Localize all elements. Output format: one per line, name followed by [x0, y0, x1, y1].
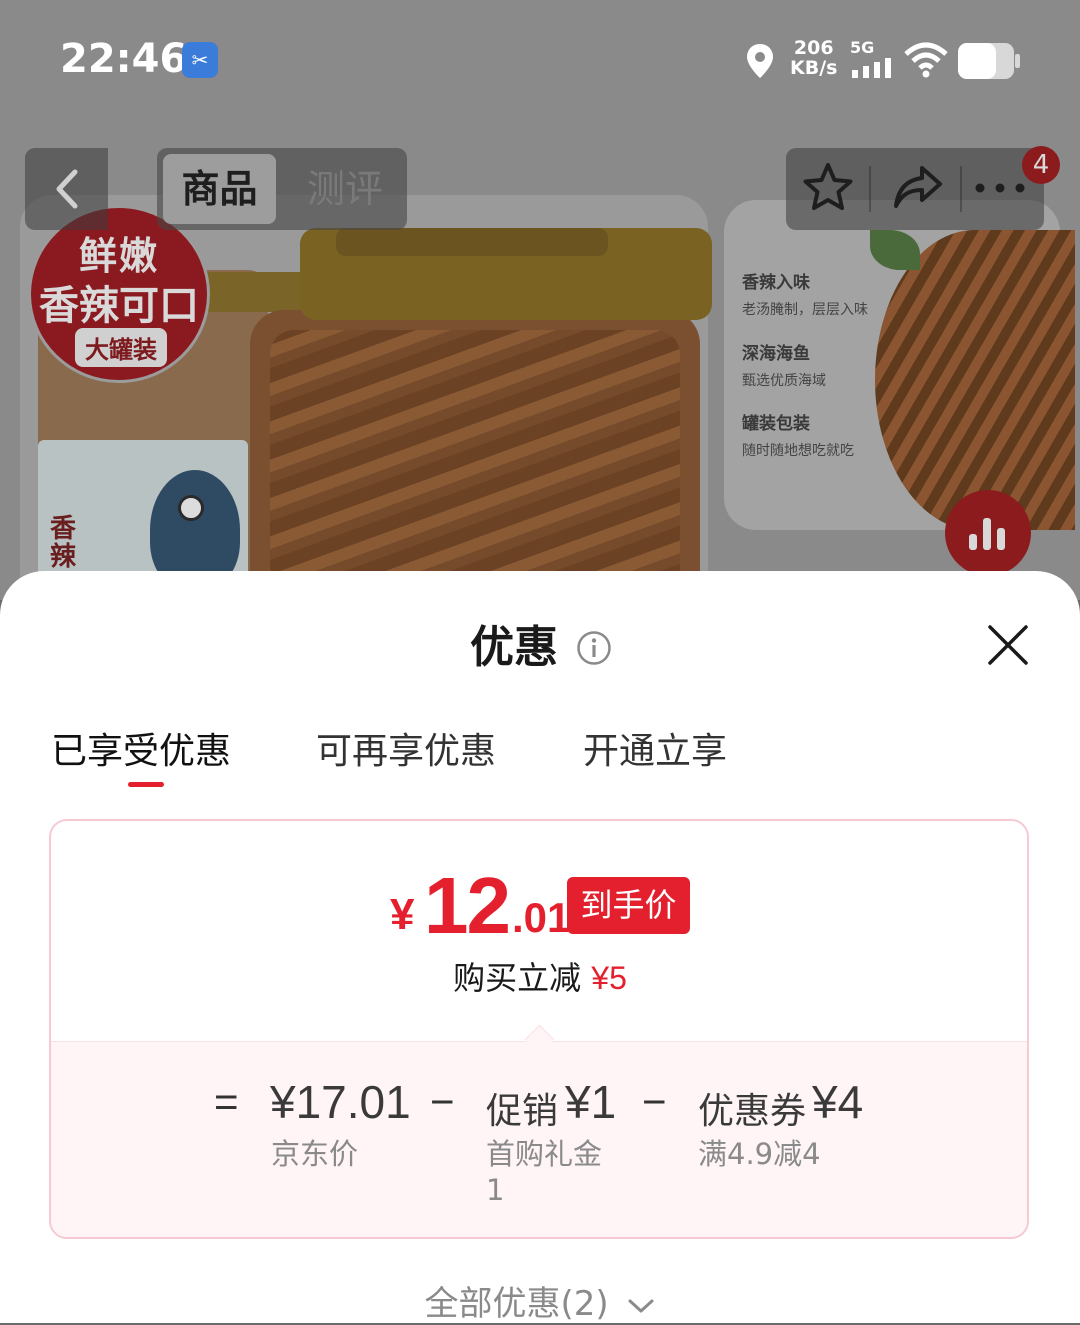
- chart-bar-icon: [983, 518, 991, 550]
- seal-tag: 大罐装: [75, 328, 167, 367]
- message-badge: 4: [1022, 146, 1060, 184]
- tab-review[interactable]: 测评: [290, 154, 400, 224]
- star-icon[interactable]: [800, 160, 856, 216]
- close-icon[interactable]: [985, 622, 1031, 668]
- feature-item: 香辣入味 老汤腌制，层层入味: [742, 268, 868, 319]
- net-speed-unit: KB/s: [790, 57, 838, 79]
- wifi-icon: [904, 42, 948, 78]
- status-time: 22:46: [60, 36, 188, 82]
- sheet-title: 优惠: [470, 622, 558, 673]
- tab-enjoyed-offers[interactable]: 已享受优惠: [51, 722, 231, 774]
- purchase-reduce-value: ¥5: [591, 960, 627, 996]
- coupon-label: 满4.9减4: [698, 1137, 821, 1171]
- minus-sign: −: [642, 1078, 667, 1125]
- all-offers-button[interactable]: 全部优惠(2): [0, 1276, 1080, 1325]
- price-integer: 12: [424, 861, 511, 950]
- price-breakdown-card: [49, 819, 1029, 1239]
- chart-bar-icon: [997, 528, 1005, 550]
- chart-fab-button[interactable]: [945, 490, 1031, 576]
- info-icon[interactable]: [576, 630, 612, 666]
- sheet-title-wrap: 优惠: [470, 618, 558, 678]
- net-speed: 206 KB/s: [790, 38, 837, 78]
- tab-activate-offers[interactable]: 开通立享: [583, 722, 727, 774]
- feature-desc: 老汤腌制，层层入味: [742, 302, 868, 318]
- back-icon: [56, 169, 78, 209]
- equals-sign: =: [214, 1078, 239, 1125]
- feature-title: 罐装包装: [742, 414, 810, 434]
- feature-desc: 随时随地想吃就吃: [742, 443, 854, 459]
- screen-cast-icon: ✂: [182, 42, 218, 78]
- jd-price-label: 京东价: [271, 1137, 359, 1171]
- feature-item: 罐装包装 随时随地想吃就吃: [742, 409, 854, 460]
- jar-main-lid-top: [336, 228, 608, 256]
- more-icon[interactable]: [970, 170, 1030, 206]
- coupon-name: 优惠券: [698, 1091, 807, 1132]
- battery-icon: [958, 43, 1020, 79]
- fish-content: [270, 330, 680, 590]
- network-type: 5G: [850, 38, 875, 57]
- nav-divider: [960, 166, 962, 212]
- fish-plate-image: [875, 230, 1075, 530]
- chart-bar-icon: [969, 534, 977, 550]
- coupon-amount: ¥4: [812, 1076, 864, 1128]
- tab-more-offers[interactable]: 可再享优惠: [316, 722, 496, 774]
- feature-item: 深海海鱼 甄选优质海域: [742, 339, 826, 390]
- seal-line2: 香辣可口: [39, 283, 199, 329]
- share-icon[interactable]: [890, 160, 946, 216]
- jar-label-text: 香辣: [50, 514, 77, 572]
- minus-sign: −: [430, 1078, 455, 1125]
- status-bar: 22:46 ✂ 206 KB/s 5G: [0, 0, 1080, 120]
- purchase-reduce-label: 购买立减: [453, 959, 582, 997]
- feature-desc: 甄选优质海域: [742, 373, 826, 389]
- net-speed-value: 206: [793, 37, 834, 59]
- back-button[interactable]: [25, 148, 108, 230]
- feature-title: 香辣入味: [742, 273, 810, 293]
- location-icon: [747, 44, 773, 78]
- price-currency: ¥: [390, 890, 415, 939]
- fish-eye: [178, 495, 204, 521]
- price-decimal: .01: [512, 894, 571, 941]
- jd-price-amount: ¥17.01: [270, 1076, 411, 1128]
- promo-label: 首购礼金: [486, 1137, 603, 1171]
- promo-amount: ¥1: [565, 1076, 617, 1128]
- product-image-area: 香辣 鲜嫩 香辣可口 大罐装 香辣入味 老汤腌制，层层入味 深海海鱼 甄选优质海…: [0, 0, 1080, 600]
- seal-line1: 鲜嫩: [78, 234, 159, 278]
- net-price-tag: 到手价: [567, 877, 690, 934]
- signal-icon: [852, 58, 891, 78]
- chevron-down-icon: [628, 1299, 654, 1312]
- purchase-reduce: 购买立减 ¥5: [0, 953, 1080, 999]
- nav-divider: [869, 166, 871, 212]
- feature-title: 深海海鱼: [742, 344, 810, 364]
- active-tab-indicator: [128, 782, 164, 787]
- promo-label-value: 1: [486, 1173, 505, 1207]
- promo-name: 促销: [486, 1091, 559, 1132]
- all-offers-label: 全部优惠(2): [424, 1284, 609, 1324]
- tab-product[interactable]: 商品: [163, 154, 276, 224]
